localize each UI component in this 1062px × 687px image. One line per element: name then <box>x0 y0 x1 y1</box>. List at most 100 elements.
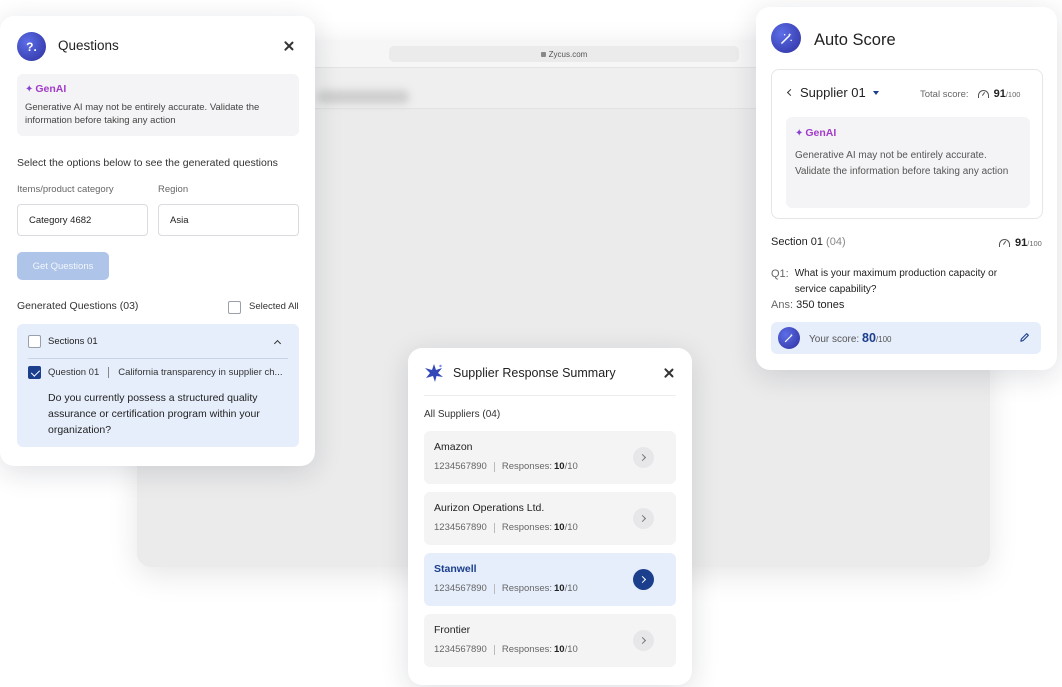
genai-disclaimer: ✦ GenAI Generative AI may not be entirel… <box>17 74 299 136</box>
lock-icon <box>540 51 546 57</box>
answer: Ans: 350 tones <box>771 299 844 311</box>
supplier-id: 1234567890 <box>434 644 487 655</box>
responses-total: /10 <box>564 522 578 533</box>
category-input[interactable]: Category 4682 <box>17 204 148 236</box>
responses-label: Responses: <box>501 461 553 472</box>
sparkle-icon: ✦ <box>25 83 34 95</box>
separator <box>493 583 495 594</box>
gauge-icon <box>977 90 989 98</box>
responses-answered: 10 <box>554 461 565 472</box>
responses-total: /10 <box>564 461 578 472</box>
supplier-name: Frontier <box>434 624 471 636</box>
answer-value: 350 tones <box>796 299 845 311</box>
magic-wand-badge-icon <box>771 23 801 53</box>
divider <box>28 358 288 359</box>
open-supplier-button[interactable] <box>633 508 654 529</box>
url-text: Zycus.com <box>548 49 588 59</box>
responses-label: Responses: <box>501 583 553 594</box>
url-field[interactable]: Zycus.com <box>389 46 739 62</box>
caret-down-icon[interactable] <box>872 90 879 95</box>
region-label: Region <box>158 184 189 195</box>
section-score-max: /100 <box>1027 239 1042 248</box>
supplier-meta: 1234567890 Responses: 10/10 <box>434 461 578 472</box>
question-number: Question 01 <box>48 367 100 378</box>
supplier-card-stanwell[interactable]: Stanwell 1234567890 Responses: 10/10 <box>424 553 676 606</box>
auto-score-panel: Auto Score Supplier 01 Total score: 91/1… <box>756 7 1057 370</box>
your-score-label: Your score: <box>809 334 860 345</box>
genai-disclaimer-text: Generative AI may not be entirely accura… <box>795 150 1009 177</box>
blurred-heading <box>317 90 409 104</box>
get-questions-button[interactable]: Get Questions <box>17 252 109 280</box>
section-score-value: 91 <box>1015 237 1028 249</box>
supplier-score-card: Supplier 01 Total score: 91/100 ✦ GenAI … <box>771 69 1043 219</box>
supplier-id: 1234567890 <box>434 583 487 594</box>
question-text: Do you currently possess a structured qu… <box>48 392 260 436</box>
close-icon[interactable] <box>662 366 676 380</box>
questions-panel: ?. Questions ✦ GenAI Generative AI may n… <box>0 16 315 466</box>
open-supplier-button[interactable] <box>633 630 654 651</box>
question-row[interactable]: Question 01 California transparency in s… <box>28 366 282 379</box>
genai-label: GenAI <box>805 127 837 139</box>
open-supplier-button[interactable] <box>633 569 654 590</box>
separator <box>493 644 495 655</box>
supplier-name: Aurizon Operations Ltd. <box>434 502 545 514</box>
magic-wand-icon <box>780 32 792 44</box>
supplier-name: Supplier 01 <box>800 85 866 100</box>
genai-disclaimer-text: Generative AI may not be entirely accura… <box>25 102 260 126</box>
section-title: Sections 01 <box>48 336 98 347</box>
all-suppliers-label: All Suppliers (04) <box>424 409 501 420</box>
responses-total: /10 <box>564 644 578 655</box>
chevron-left-icon[interactable] <box>786 88 795 97</box>
select-all-checkbox[interactable] <box>228 301 241 314</box>
section-header[interactable]: Sections 01 <box>28 335 98 348</box>
supplier-card-amazon[interactable]: Amazon 1234567890 Responses: 10/10 <box>424 431 676 484</box>
select-all[interactable]: Selected All <box>228 298 299 314</box>
responses-answered: 10 <box>554 644 565 655</box>
question-item: Q1: What is your maximum production capa… <box>771 266 1031 298</box>
total-score-value: 91 <box>993 88 1006 100</box>
responses-answered: 10 <box>554 522 565 533</box>
chevron-up-icon[interactable] <box>273 339 282 348</box>
question-badge-icon: ?. <box>17 32 46 61</box>
answer-label: Ans: <box>771 299 794 311</box>
supplier-response-summary-panel: Supplier Response Summary All Suppliers … <box>408 348 692 685</box>
magic-wand-badge-icon <box>778 327 800 349</box>
separator <box>493 461 495 472</box>
gauge-icon <box>999 239 1010 247</box>
supplier-meta: 1234567890 Responses: 10/10 <box>434 644 578 655</box>
sparkle-icon: ✦ <box>795 127 804 139</box>
separator <box>493 522 495 533</box>
select-all-label: Selected All <box>249 300 299 312</box>
region-input[interactable]: Asia <box>158 204 299 236</box>
section-label: Section 01 (04) <box>771 236 846 248</box>
supplier-selector[interactable]: Supplier 01 <box>784 85 879 100</box>
supplier-meta: 1234567890 Responses: 10/10 <box>434 522 578 533</box>
supplier-card-aurizon[interactable]: Aurizon Operations Ltd. 1234567890 Respo… <box>424 492 676 545</box>
supplier-name: Amazon <box>434 441 473 453</box>
question-text: What is your maximum production capacity… <box>794 268 998 295</box>
generated-questions-title: Generated Questions (03) <box>17 300 139 312</box>
total-score: Total score: 91/100 <box>920 88 1020 100</box>
supplier-id: 1234567890 <box>434 522 487 533</box>
magic-wand-icon <box>784 333 793 343</box>
responses-label: Responses: <box>501 644 553 655</box>
close-icon[interactable] <box>282 39 296 53</box>
question-checkbox[interactable] <box>28 366 41 379</box>
category-label: Items/product category <box>17 184 114 195</box>
section-checkbox[interactable] <box>28 335 41 348</box>
genai-disclaimer: ✦ GenAI Generative AI may not be entirel… <box>786 117 1030 208</box>
genai-label: GenAI <box>35 83 67 95</box>
separator <box>108 367 110 378</box>
open-supplier-button[interactable] <box>633 447 654 468</box>
supplier-card-frontier[interactable]: Frontier 1234567890 Responses: 10/10 <box>424 614 676 667</box>
question-topic: California transparency in supplier ch..… <box>118 367 283 378</box>
your-score-max: /100 <box>875 335 892 344</box>
select-hint: Select the options below to see the gene… <box>17 157 278 169</box>
section-group: Sections 01 Question 01 California trans… <box>17 324 299 447</box>
supplier-meta: 1234567890 Responses: 10/10 <box>434 583 578 594</box>
supplier-name: Stanwell <box>434 563 477 575</box>
question-label: Q1: <box>771 268 789 280</box>
your-score-bar: Your score: 80/100 <box>771 322 1041 354</box>
pencil-icon[interactable] <box>1019 332 1030 343</box>
panel-title: Auto Score <box>814 31 896 49</box>
